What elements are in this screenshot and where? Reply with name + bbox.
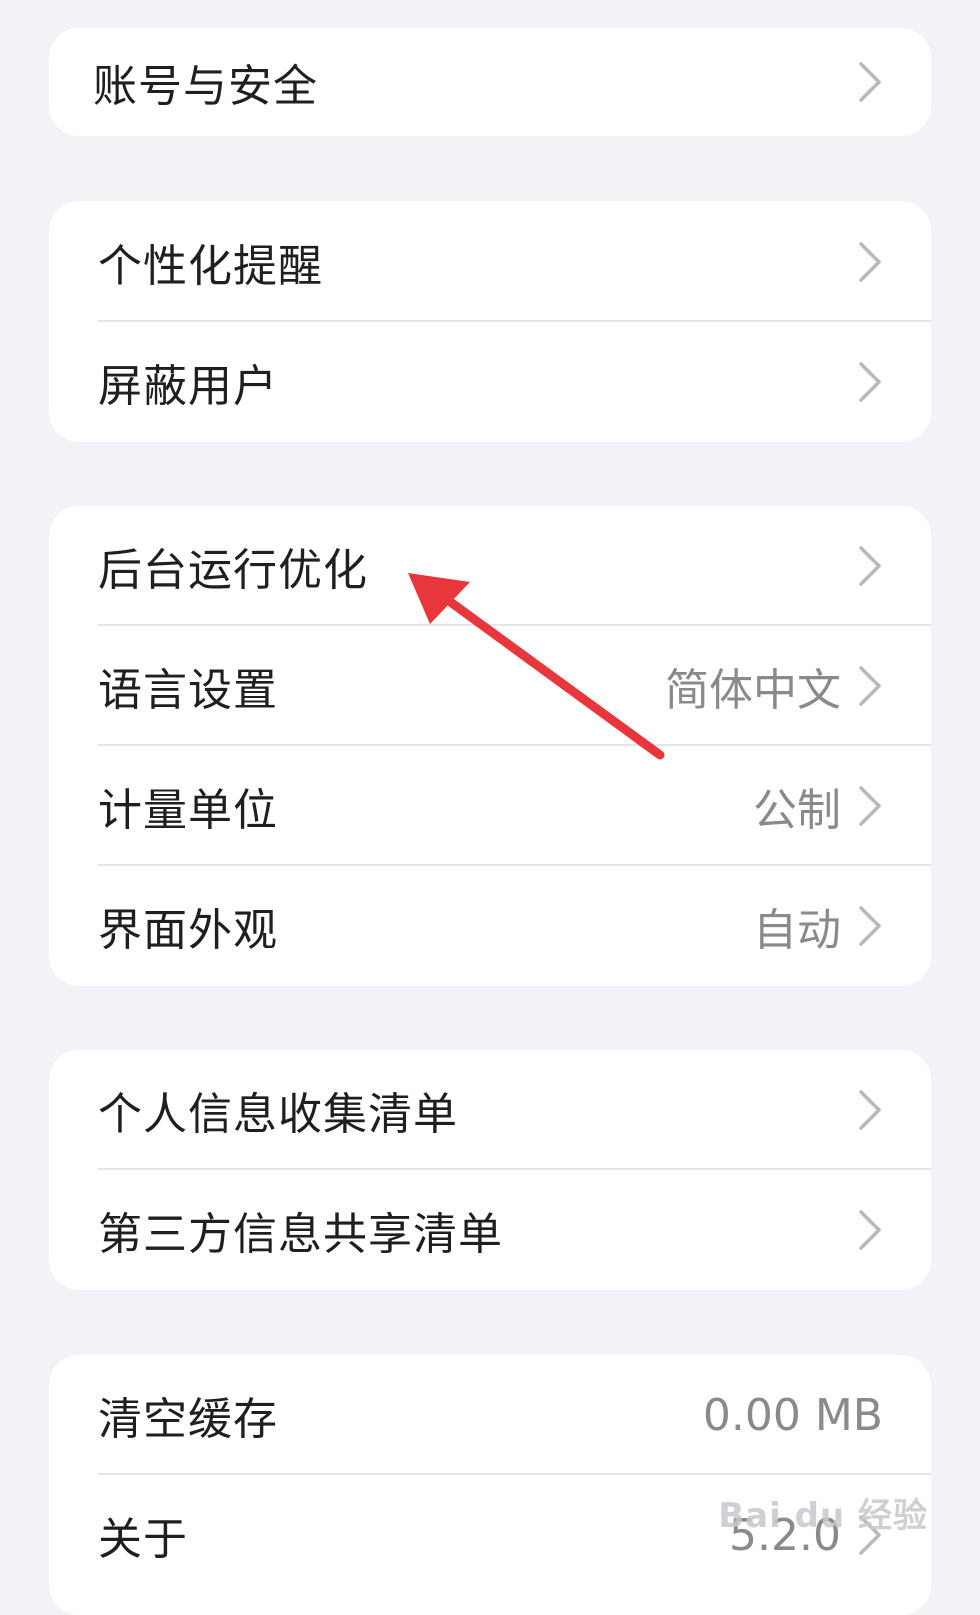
row-label: 第三方信息共享清单: [98, 1209, 503, 1260]
row-label: 清空缓存: [98, 1394, 278, 1445]
settings-card-general: 后台运行优化 语言设置 简体中文 计量单位 公制 界面外观 自动: [49, 506, 931, 986]
chevron-right-icon: [859, 906, 881, 946]
chevron-right-icon: [859, 546, 881, 586]
settings-row-personalized-reminder[interactable]: 个性化提醒: [49, 201, 931, 322]
baidu-watermark: Bai du 经验: [718, 1496, 928, 1536]
settings-row-personal-info-list[interactable]: 个人信息收集清单: [49, 1050, 931, 1170]
cache-size-value: 0.00 MB: [702, 1389, 883, 1441]
settings-row-clear-cache[interactable]: 清空缓存 0.00 MB: [49, 1355, 931, 1475]
settings-card-personalization: 个性化提醒 屏蔽用户: [49, 201, 931, 442]
row-value: 公制: [753, 785, 841, 836]
settings-card-privacy: 个人信息收集清单 第三方信息共享清单: [49, 1050, 931, 1290]
settings-row-account-security[interactable]: 账号与安全: [49, 28, 931, 136]
chevron-right-icon: [859, 666, 881, 706]
settings-row-units[interactable]: 计量单位 公制: [49, 746, 931, 866]
row-label: 计量单位: [98, 785, 278, 836]
row-label: 个人信息收集清单: [98, 1089, 458, 1140]
settings-row-third-party-sharing-list[interactable]: 第三方信息共享清单: [49, 1170, 931, 1290]
row-label: 界面外观: [98, 905, 278, 956]
settings-row-language[interactable]: 语言设置 简体中文: [49, 626, 931, 746]
row-label: 后台运行优化: [98, 545, 368, 596]
settings-row-background-optimization[interactable]: 后台运行优化: [49, 506, 931, 626]
row-value: 简体中文: [665, 665, 841, 716]
row-label: 语言设置: [98, 665, 278, 716]
settings-card-storage-about: 清空缓存 0.00 MB 关于 5.2.0: [49, 1355, 931, 1615]
chevron-right-icon: [859, 62, 881, 102]
settings-row-blocked-users[interactable]: 屏蔽用户: [49, 322, 931, 442]
settings-row-appearance[interactable]: 界面外观 自动: [49, 866, 931, 986]
chevron-right-icon: [859, 362, 881, 402]
chevron-right-icon: [859, 241, 881, 282]
chevron-right-icon: [859, 1210, 881, 1250]
settings-card-account: 账号与安全: [49, 28, 931, 136]
row-label: 关于: [98, 1514, 188, 1565]
row-value: 自动: [753, 905, 841, 956]
chevron-right-icon: [859, 786, 881, 826]
row-label: 个性化提醒: [98, 240, 323, 292]
row-label: 账号与安全: [93, 61, 318, 112]
row-label: 屏蔽用户: [98, 361, 278, 412]
settings-page: 账号与安全 个性化提醒 屏蔽用户 后台运行优化 语言设置 简体中文 计量单位 公…: [0, 0, 980, 1615]
chevron-right-icon: [859, 1090, 881, 1130]
